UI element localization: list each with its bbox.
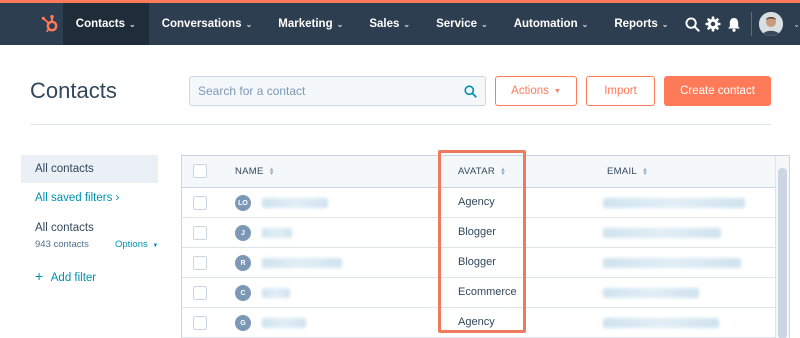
chevron-down-icon: ⌄: [481, 19, 488, 29]
nav-item-service[interactable]: Service ⌄: [423, 3, 501, 45]
redacted-email: [603, 288, 699, 298]
redacted-name: [262, 288, 290, 298]
nav-divider: [750, 12, 752, 36]
hubspot-logo[interactable]: [38, 3, 63, 45]
column-header-email[interactable]: EMAIL ▲ ▼: [607, 166, 648, 177]
contact-initials-avatar: J: [235, 225, 251, 241]
column-header-name[interactable]: NAME ▲ ▼: [235, 166, 275, 177]
saved-filters-link[interactable]: All saved filters ›: [35, 192, 119, 204]
select-all-checkbox[interactable]: [193, 164, 207, 178]
redacted-name: [262, 318, 306, 328]
actions-button[interactable]: Actions ▼: [495, 76, 577, 106]
redacted-name: [262, 198, 328, 208]
chevron-down-icon: ⌄: [403, 19, 411, 29]
chevron-down-icon: ⌄: [128, 19, 136, 29]
contacts-table: NAME ▲ ▼ AVATAR ▲ ▼ EMAIL ▲ ▼ LO Agency J B…: [181, 155, 790, 338]
search-box[interactable]: [189, 76, 486, 106]
avatar-cell: Agency: [458, 196, 495, 208]
row-checkbox[interactable]: [193, 256, 207, 270]
bell-icon[interactable]: [724, 3, 745, 45]
redacted-email: [603, 228, 721, 238]
sort-icon: ▲ ▼: [500, 166, 507, 177]
page-title: Contacts: [30, 78, 117, 103]
current-view-name: All contacts: [35, 222, 94, 234]
sidebar-item-all-contacts[interactable]: All contacts: [21, 155, 158, 183]
options-dropdown[interactable]: Options ▼: [115, 239, 158, 250]
search-icon[interactable]: [464, 84, 477, 98]
redacted-name: [262, 228, 292, 238]
table-row[interactable]: C Ecommerce: [182, 278, 789, 308]
redacted-email: [603, 198, 745, 208]
redacted-name: [262, 258, 342, 268]
nav-item-conversations[interactable]: Conversations ⌄: [149, 3, 266, 45]
table-header: NAME ▲ ▼ AVATAR ▲ ▼ EMAIL ▲ ▼: [182, 156, 789, 188]
chevron-down-icon: ⌄: [793, 19, 800, 29]
nav-item-marketing[interactable]: Marketing ⌄: [265, 3, 356, 45]
table-scrollbar[interactable]: [775, 156, 789, 338]
avatar-cell: Blogger: [458, 226, 496, 238]
contact-initials-avatar: G: [235, 315, 251, 331]
nav-item-reports[interactable]: Reports ⌄: [601, 3, 681, 45]
search-icon[interactable]: [681, 3, 702, 45]
create-contact-button[interactable]: Create contact: [664, 76, 771, 106]
divider: [30, 124, 771, 125]
contact-initials-avatar: R: [235, 255, 251, 271]
add-filter-button[interactable]: + Add filter: [35, 268, 96, 284]
row-checkbox[interactable]: [193, 286, 207, 300]
row-checkbox[interactable]: [193, 316, 207, 330]
caret-down-icon: ▼: [152, 243, 159, 249]
avatar-cell: Ecommerce: [458, 286, 517, 298]
avatar-cell: Agency: [458, 316, 495, 328]
caret-down-icon: ▼: [553, 87, 561, 95]
sort-icon: ▲ ▼: [642, 166, 649, 177]
search-input[interactable]: [198, 84, 464, 98]
plus-icon: +: [35, 268, 44, 284]
row-checkbox[interactable]: [193, 226, 207, 240]
contact-initials-avatar: C: [235, 285, 251, 301]
nav-item-automation[interactable]: Automation ⌄: [501, 3, 602, 45]
user-menu[interactable]: ⌄: [759, 12, 800, 36]
chevron-right-icon: ›: [115, 192, 120, 204]
redacted-email: [603, 258, 741, 268]
chevron-down-icon: ⌄: [245, 19, 253, 29]
redacted-email: [603, 318, 719, 328]
top-nav: Contacts ⌄ Conversations ⌄ Marketing ⌄ Sale…: [0, 0, 800, 45]
chevron-down-icon: ⌄: [661, 19, 669, 29]
contact-initials-avatar: LO: [235, 195, 251, 211]
column-header-avatar[interactable]: AVATAR ▲ ▼: [458, 166, 506, 177]
chevron-down-icon: ⌄: [581, 19, 589, 29]
gear-icon[interactable]: [703, 3, 724, 45]
import-button[interactable]: Import: [586, 76, 655, 106]
table-row[interactable]: LO Agency: [182, 188, 789, 218]
main-nav: Contacts ⌄ Conversations ⌄ Marketing ⌄ Sale…: [62, 3, 682, 45]
nav-item-sales[interactable]: Sales ⌄: [356, 3, 423, 45]
table-row[interactable]: R Blogger: [182, 248, 789, 278]
table-row[interactable]: G Agency: [182, 308, 789, 338]
contact-count: 943 contacts: [35, 239, 89, 250]
scrollbar-thumb[interactable]: [778, 168, 787, 338]
avatar: [759, 12, 784, 36]
avatar-cell: Blogger: [458, 256, 496, 268]
chevron-down-icon: ⌄: [336, 19, 344, 29]
row-checkbox[interactable]: [193, 196, 207, 210]
table-row[interactable]: J Blogger: [182, 218, 789, 248]
sort-icon: ▲ ▼: [268, 166, 275, 177]
nav-item-contacts[interactable]: Contacts ⌄: [62, 3, 149, 45]
sprocket-icon: [42, 15, 58, 33]
